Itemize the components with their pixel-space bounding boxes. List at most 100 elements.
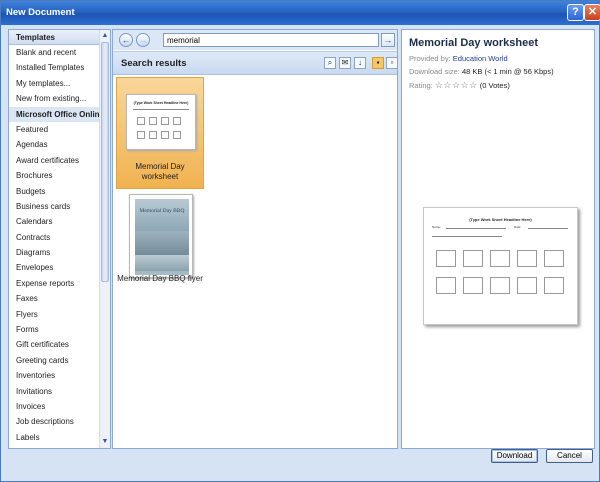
provided-by-label: Provided by:	[409, 54, 451, 63]
search-field[interactable]	[163, 33, 379, 47]
template-category-flyers[interactable]: Flyers	[9, 307, 100, 322]
template-category-envelopes[interactable]: Envelopes	[9, 260, 100, 275]
preview-name-label: Name:	[432, 225, 441, 229]
template-title: Memorial Day worksheet	[409, 37, 538, 49]
preview-box	[436, 277, 456, 294]
thumbnail-box	[173, 117, 181, 125]
sort-icon[interactable]: ↓	[354, 57, 366, 69]
results-panel: ← → → Search results ⌕ ✉ ↓ ▪ ▫ (Type Wor…	[112, 29, 398, 449]
provided-by-link[interactable]: Education World	[453, 54, 508, 63]
result-title: Memorial Day worksheet	[135, 162, 185, 181]
template-category-calendars[interactable]: Calendars	[9, 214, 100, 229]
thumbnail-box	[137, 131, 145, 139]
preview-box	[544, 277, 564, 294]
scroll-down-icon[interactable]: ▼	[100, 437, 110, 447]
thumbnail-line	[133, 109, 189, 110]
thumbnail-box	[149, 117, 157, 125]
large-icons-view-icon[interactable]: ▪	[372, 57, 384, 69]
template-category-business-cards[interactable]: Business cards	[9, 199, 100, 214]
preview-line	[432, 236, 502, 237]
templates-header: Templates	[9, 30, 100, 45]
preview-box	[490, 277, 510, 294]
rating-row: Rating: ☆☆☆☆☆ (0 Votes)	[409, 80, 510, 91]
result-item-memorial-day-bbq-flyer[interactable]: Memorial Day BBQ Memorial Day BBQ flyer	[116, 193, 204, 285]
details-panel: Memorial Day worksheet Provided by: Educ…	[401, 29, 595, 449]
thumbnail-box	[161, 117, 169, 125]
template-category-installed-templates[interactable]: Installed Templates	[9, 60, 100, 75]
template-category-my-templates[interactable]: My templates...	[9, 76, 100, 91]
templates-list: Templates Blank and recent Installed Temp…	[9, 30, 104, 445]
flyer-thumbnail: Memorial Day BBQ	[129, 194, 193, 278]
new-document-dialog: New Document ? ✕ Templates Blank and rec…	[0, 0, 600, 482]
thumbnail-box	[161, 131, 169, 139]
help-button[interactable]: ?	[567, 4, 584, 21]
thumbnail-box	[137, 117, 145, 125]
dialog-title: New Document	[6, 7, 75, 18]
preview-box	[436, 250, 456, 267]
template-category-invitations[interactable]: Invitations	[9, 384, 100, 399]
template-category-expense-reports[interactable]: Expense reports	[9, 276, 100, 291]
template-category-brochures[interactable]: Brochures	[9, 168, 100, 183]
thumbnail-headline: (Type Work Sheet Headline Here)	[133, 101, 189, 105]
rating-label: Rating:	[409, 81, 433, 90]
template-preview: (Type Work Sheet Headline Here) Name: Da…	[423, 207, 578, 325]
result-title: Memorial Day BBQ flyer	[117, 274, 203, 283]
preview-box	[544, 250, 564, 267]
flyer-image: Memorial Day BBQ	[135, 199, 189, 275]
download-size-value: 48 KB (< 1 min @ 56 Kbps)	[461, 67, 554, 76]
template-category-blank-and-recent[interactable]: Blank and recent	[9, 45, 100, 60]
template-category-faxes[interactable]: Faxes	[9, 291, 100, 306]
template-category-featured[interactable]: Featured	[9, 122, 100, 137]
search-results-header: Search results ⌕ ✉ ↓ ▪ ▫	[113, 51, 398, 75]
result-item-memorial-day-worksheet[interactable]: (Type Work Sheet Headline Here) Memorial…	[116, 77, 204, 189]
preview-headline: (Type Work Sheet Headline Here)	[469, 217, 532, 222]
template-category-budgets[interactable]: Budgets	[9, 184, 100, 199]
preview-date-label: Date:	[514, 225, 522, 229]
search-input[interactable]	[164, 34, 364, 46]
template-category-greeting-cards[interactable]: Greeting cards	[9, 353, 100, 368]
template-category-forms[interactable]: Forms	[9, 322, 100, 337]
search-bar: ← → →	[113, 30, 397, 50]
search-go-button[interactable]: →	[381, 33, 395, 47]
template-category-microsoft-office-online[interactable]: Microsoft Office Online	[9, 106, 104, 122]
preview-box	[517, 250, 537, 267]
template-category-new-from-existing[interactable]: New from existing...	[9, 91, 100, 106]
preview-box	[463, 277, 483, 294]
forward-button[interactable]: →	[136, 33, 150, 47]
template-category-award-certificates[interactable]: Award certificates	[9, 153, 100, 168]
title-bar: New Document ? ✕	[1, 1, 600, 25]
scroll-thumb[interactable]	[101, 42, 109, 282]
templates-scrollbar[interactable]: ▲ ▼	[99, 30, 110, 448]
filter-icon[interactable]: ✉	[339, 57, 351, 69]
rating-stars-icon[interactable]: ☆☆☆☆☆	[435, 80, 478, 91]
search-results-label: Search results	[121, 58, 187, 69]
back-button[interactable]: ←	[119, 33, 133, 47]
preview-box	[490, 250, 510, 267]
template-category-inventories[interactable]: Inventories	[9, 368, 100, 383]
preview-line	[528, 228, 568, 229]
dialog-body: Templates Blank and recent Installed Temp…	[3, 25, 597, 480]
small-icons-view-icon[interactable]: ▫	[386, 57, 398, 69]
scroll-up-icon[interactable]: ▲	[100, 31, 110, 41]
rating-votes: (0 Votes)	[479, 81, 510, 90]
provided-by-row: Provided by: Education World	[409, 54, 508, 63]
close-button[interactable]: ✕	[584, 4, 600, 21]
template-category-job-descriptions[interactable]: Job descriptions	[9, 414, 100, 429]
thumbnail-box	[149, 131, 157, 139]
preview-box	[463, 250, 483, 267]
cancel-button[interactable]: Cancel	[546, 449, 593, 463]
templates-panel: Templates Blank and recent Installed Temp…	[8, 29, 111, 449]
template-category-contracts[interactable]: Contracts	[9, 230, 100, 245]
template-category-agendas[interactable]: Agendas	[9, 137, 100, 152]
template-category-invoices[interactable]: Invoices	[9, 399, 100, 414]
template-category-gift-certificates[interactable]: Gift certificates	[9, 337, 100, 352]
preview-box	[517, 277, 537, 294]
template-category-labels[interactable]: Labels	[9, 430, 100, 445]
zoom-icon[interactable]: ⌕	[324, 57, 336, 69]
flyer-thumbnail-text: Memorial Day BBQ	[139, 208, 185, 214]
flyer-hill	[135, 231, 189, 257]
template-category-diagrams[interactable]: Diagrams	[9, 245, 100, 260]
thumbnail-box	[173, 131, 181, 139]
download-size-row: Download size: 48 KB (< 1 min @ 56 Kbps)	[409, 67, 554, 76]
download-button[interactable]: Download	[491, 449, 538, 463]
